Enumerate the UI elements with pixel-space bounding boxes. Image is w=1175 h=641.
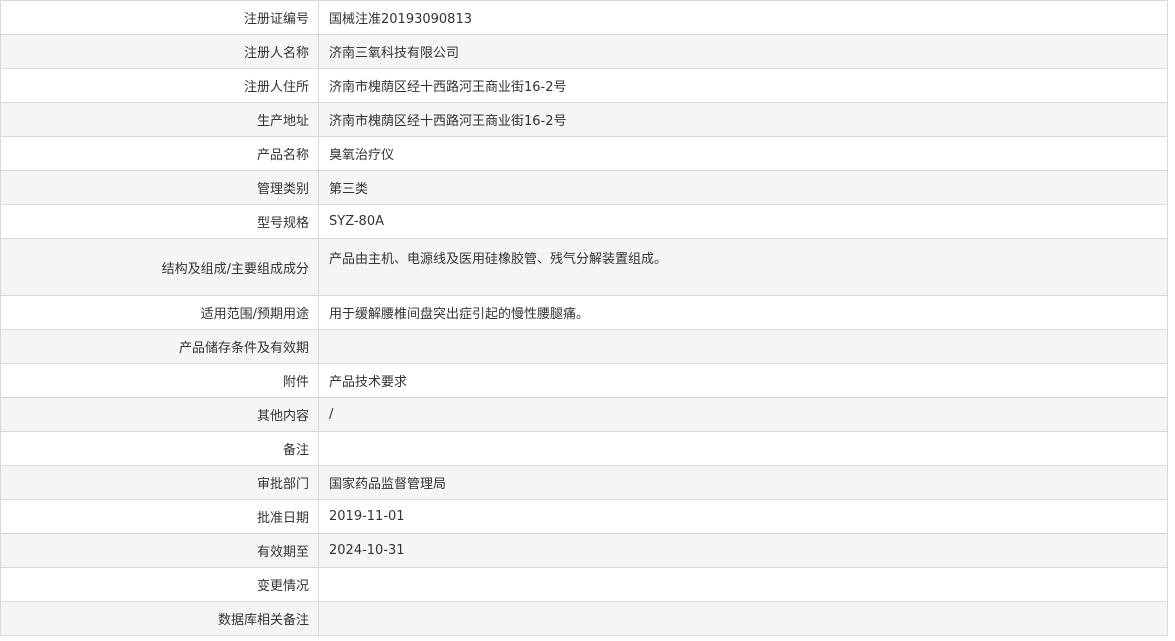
table-row: 附件 产品技术要求 [1, 364, 1167, 398]
field-label-structure-composition: 结构及组成/主要组成成分 [1, 239, 319, 295]
field-value-valid-until: 2024-10-31 [329, 543, 405, 558]
registration-detail-table: 注册证编号 国械注准20193090813 注册人名称 济南三氧科技有限公司 注… [0, 0, 1168, 636]
field-label-model-spec: 型号规格 [1, 205, 319, 238]
field-value-model-spec: SYZ-80A [329, 214, 384, 229]
table-row: 其他内容 / [1, 398, 1167, 432]
field-value-approval-date: 2019-11-01 [329, 509, 405, 524]
table-row: 有效期至 2024-10-31 [1, 534, 1167, 568]
table-row: 注册人名称 济南三氧科技有限公司 [1, 35, 1167, 69]
field-label-change-status: 变更情况 [1, 568, 319, 601]
field-label-approval-department: 审批部门 [1, 466, 319, 499]
table-row: 变更情况 [1, 568, 1167, 602]
table-row: 管理类别 第三类 [1, 171, 1167, 205]
field-label-database-notes: 数据库相关备注 [1, 602, 319, 635]
field-label-product-name: 产品名称 [1, 137, 319, 170]
field-label-valid-until: 有效期至 [1, 534, 319, 567]
table-row: 数据库相关备注 [1, 602, 1167, 636]
field-value-database-notes [319, 602, 1167, 635]
field-value-other-content: / [329, 407, 334, 422]
table-row: 批准日期 2019-11-01 [1, 500, 1167, 534]
table-row: 备注 [1, 432, 1167, 466]
field-label-attachment: 附件 [1, 364, 319, 397]
field-value-structure-composition: 产品由主机、电源线及医用硅橡胶管、残气分解装置组成。 [329, 252, 668, 267]
field-label-registrant-address: 注册人住所 [1, 69, 319, 102]
field-label-registration-number: 注册证编号 [1, 1, 319, 34]
field-value-registrant-name: 济南三氧科技有限公司 [329, 46, 460, 61]
table-row: 审批部门 国家药品监督管理局 [1, 466, 1167, 500]
field-value-attachment: 产品技术要求 [329, 375, 408, 390]
field-label-approval-date: 批准日期 [1, 500, 319, 533]
field-label-storage-validity: 产品储存条件及有效期 [1, 330, 319, 363]
table-row: 产品名称 臭氧治疗仪 [1, 137, 1167, 171]
field-value-change-status [319, 568, 1167, 601]
table-row: 型号规格 SYZ-80A [1, 205, 1167, 239]
table-row: 生产地址 济南市槐荫区经十西路河王商业街16-2号 [1, 103, 1167, 137]
field-label-registrant-name: 注册人名称 [1, 35, 319, 68]
table-row: 适用范围/预期用途 用于缓解腰椎间盘突出症引起的慢性腰腿痛。 [1, 296, 1167, 330]
field-label-intended-use: 适用范围/预期用途 [1, 296, 319, 329]
field-value-remarks [319, 432, 1167, 465]
field-value-intended-use: 用于缓解腰椎间盘突出症引起的慢性腰腿痛。 [329, 307, 590, 322]
field-value-registrant-address: 济南市槐荫区经十西路河王商业街16-2号 [329, 80, 567, 95]
table-row: 注册人住所 济南市槐荫区经十西路河王商业街16-2号 [1, 69, 1167, 103]
field-label-production-address: 生产地址 [1, 103, 319, 136]
field-value-product-name: 臭氧治疗仪 [329, 148, 395, 163]
field-value-approval-department: 国家药品监督管理局 [329, 477, 447, 492]
table-row: 产品储存条件及有效期 [1, 330, 1167, 364]
field-value-storage-validity [319, 330, 1167, 363]
field-value-registration-number: 国械注准20193090813 [329, 12, 472, 27]
field-label-management-category: 管理类别 [1, 171, 319, 204]
field-label-remarks: 备注 [1, 432, 319, 465]
field-value-management-category: 第三类 [329, 182, 369, 197]
field-value-production-address: 济南市槐荫区经十西路河王商业街16-2号 [329, 114, 567, 129]
table-row: 结构及组成/主要组成成分 产品由主机、电源线及医用硅橡胶管、残气分解装置组成。 [1, 239, 1167, 296]
field-label-other-content: 其他内容 [1, 398, 319, 431]
table-row: 注册证编号 国械注准20193090813 [1, 1, 1167, 35]
